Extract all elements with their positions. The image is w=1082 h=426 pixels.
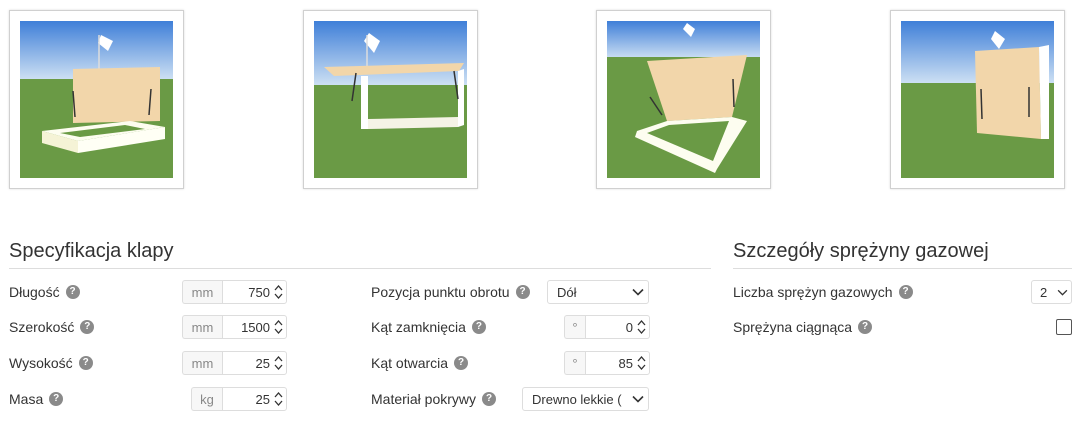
length-field: mm 750 (182, 280, 287, 304)
help-icon[interactable]: ? (80, 320, 95, 334)
help-icon[interactable]: ? (515, 285, 530, 299)
mass-label-text: Masa (9, 391, 44, 407)
thumbnail-image-4 (901, 21, 1054, 178)
thumbnail-variant-3[interactable] (596, 10, 771, 189)
flap-spec-divider (9, 268, 711, 269)
mass-input[interactable]: 25 (222, 387, 287, 411)
closed-angle-label: Kąt zamknięcia ? (371, 318, 486, 336)
closed-angle-unit: ° (564, 315, 585, 339)
thumbnail-image-2 (314, 21, 467, 178)
chevron-down-icon (1053, 281, 1071, 303)
spring-count-select[interactable]: 2 (1031, 280, 1072, 304)
height-label: Wysokość ? (9, 354, 93, 372)
length-unit: mm (182, 280, 222, 304)
stepper-arrows-icon[interactable] (274, 319, 283, 335)
stepper-arrows-icon[interactable] (637, 355, 646, 371)
open-angle-value: 85 (618, 355, 633, 371)
material-label: Materiał pokrywy ? (371, 390, 497, 408)
tension-spring-checkbox[interactable] (1056, 319, 1072, 335)
thumbnail-variant-1[interactable] (9, 10, 184, 189)
tension-spring-label: Sprężyna ciągnąca ? (733, 318, 873, 336)
pivot-label: Pozycja punktu obrotu ? (371, 283, 530, 301)
open-angle-unit: ° (564, 351, 585, 375)
pivot-select[interactable]: Dół (547, 280, 649, 304)
spring-count-value: 2 (1040, 284, 1048, 300)
material-label-text: Materiał pokrywy (371, 391, 477, 407)
height-field: mm 25 (182, 351, 287, 375)
mass-value: 25 (255, 391, 270, 407)
width-unit: mm (182, 315, 222, 339)
stepper-arrows-icon[interactable] (274, 284, 283, 300)
mass-field: kg 25 (191, 387, 287, 411)
spring-count-label-text: Liczba sprężyn gazowych (733, 284, 893, 300)
open-angle-input[interactable]: 85 (585, 351, 650, 375)
length-label-text: Długość (9, 284, 60, 300)
material-value: Drewno lekkie ( (532, 391, 622, 407)
closed-angle-field: ° 0 (564, 315, 650, 339)
help-icon[interactable]: ? (454, 356, 469, 370)
chevron-down-icon (628, 388, 648, 410)
thumbnail-image-3 (607, 21, 760, 178)
open-angle-label-text: Kąt otwarcia (371, 355, 449, 371)
length-label: Długość ? (9, 283, 80, 301)
spring-details-divider (733, 268, 1072, 269)
width-input[interactable]: 1500 (222, 315, 287, 339)
help-icon[interactable]: ? (65, 285, 80, 299)
height-label-text: Wysokość (9, 355, 73, 371)
thumbnail-variant-4[interactable] (890, 10, 1065, 189)
length-value: 750 (248, 284, 270, 300)
open-angle-field: ° 85 (564, 351, 650, 375)
spring-details-title: Szczegóły sprężyny gazowej (733, 240, 989, 262)
help-icon[interactable]: ? (898, 285, 913, 299)
mass-unit: kg (191, 387, 222, 411)
width-value: 1500 (241, 319, 270, 335)
height-input[interactable]: 25 (222, 351, 287, 375)
thumbnail-image-1 (20, 21, 173, 178)
closed-angle-label-text: Kąt zamknięcia (371, 319, 466, 335)
flap-spec-title: Specyfikacja klapy (9, 240, 174, 262)
help-icon[interactable]: ? (482, 392, 497, 406)
width-label: Szerokość ? (9, 318, 95, 336)
stepper-arrows-icon[interactable] (274, 391, 283, 407)
mass-label: Masa ? (9, 390, 64, 408)
help-icon[interactable]: ? (471, 320, 486, 334)
stepper-arrows-icon[interactable] (274, 355, 283, 371)
height-unit: mm (182, 351, 222, 375)
tension-spring-label-text: Sprężyna ciągnąca (733, 319, 853, 335)
help-icon[interactable]: ? (858, 320, 873, 334)
closed-angle-value: 0 (625, 319, 633, 335)
length-input[interactable]: 750 (222, 280, 287, 304)
pivot-value: Dół (557, 284, 577, 300)
material-select[interactable]: Drewno lekkie ( (522, 387, 649, 411)
width-label-text: Szerokość (9, 319, 75, 335)
open-angle-label: Kąt otwarcia ? (371, 354, 469, 372)
chevron-down-icon (628, 281, 648, 303)
width-field: mm 1500 (182, 315, 287, 339)
closed-angle-input[interactable]: 0 (585, 315, 650, 339)
pivot-label-text: Pozycja punktu obrotu (371, 284, 510, 300)
spring-count-label: Liczba sprężyn gazowych ? (733, 283, 913, 301)
help-icon[interactable]: ? (49, 392, 64, 406)
help-icon[interactable]: ? (78, 356, 93, 370)
thumbnail-variant-2[interactable] (303, 10, 478, 189)
stepper-arrows-icon[interactable] (637, 319, 646, 335)
height-value: 25 (255, 355, 270, 371)
